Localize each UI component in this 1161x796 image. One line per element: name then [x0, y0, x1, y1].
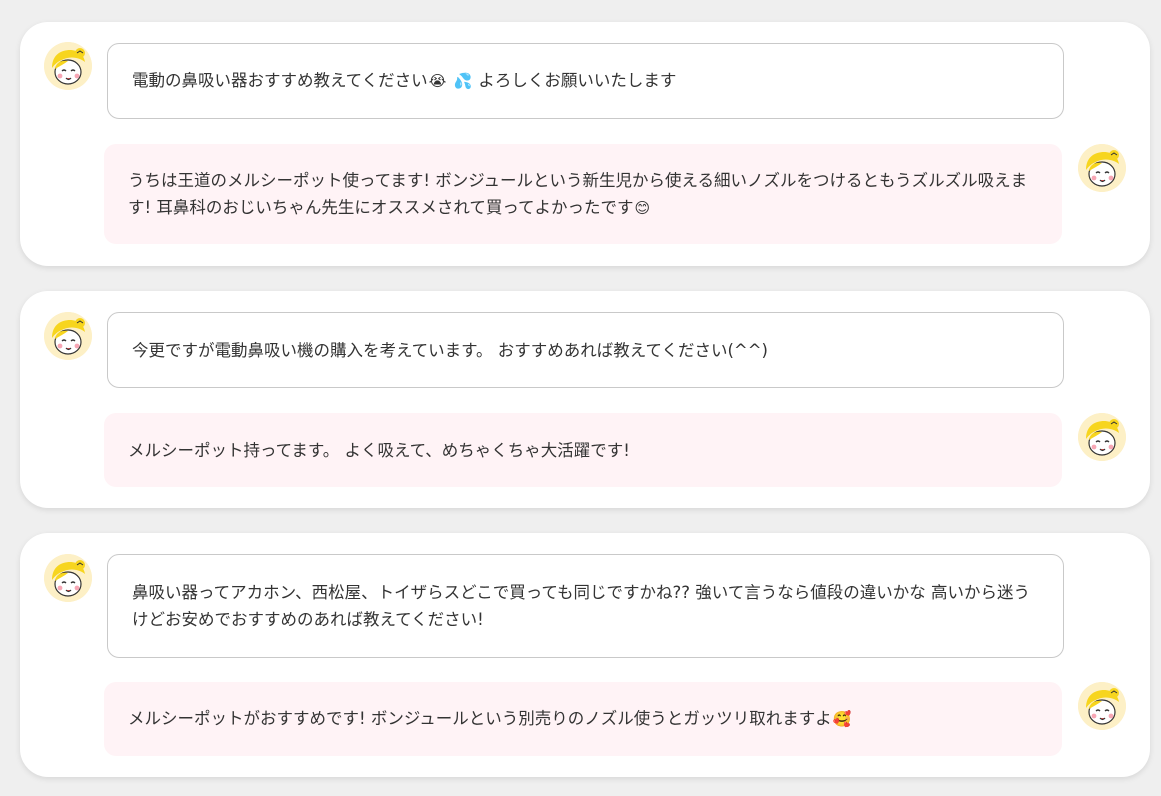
question-text: 鼻吸い器ってアカホン、西松屋、トイザらスどこで買っても同じですかね?? 強いて言…: [132, 583, 1031, 629]
thread-card-3: 鼻吸い器ってアカホン、西松屋、トイザらスどこで買っても同じですかね?? 強いて言…: [20, 533, 1150, 777]
thread-card-2: 今更ですが電動鼻吸い機の購入を考えています。 おすすめあれば教えてください(^^…: [20, 291, 1150, 508]
answer-text: うちは王道のメルシーポット使ってます! ボンジュールという新生児から使える細いノ…: [128, 167, 1038, 222]
question-bubble: 電動の鼻吸い器おすすめ教えてください😭 💦 よろしくお願いいたします: [107, 43, 1064, 119]
user-avatar-icon[interactable]: [1078, 144, 1126, 192]
user-avatar-icon[interactable]: [1078, 682, 1126, 730]
sweat-droplets-emoji-icon: 💦: [453, 72, 473, 90]
crying-emoji-icon: 😭: [428, 72, 447, 90]
question-bubble: 今更ですが電動鼻吸い機の購入を考えています。 おすすめあれば教えてください(^^…: [107, 312, 1064, 388]
question-bubble: 鼻吸い器ってアカホン、西松屋、トイザらスどこで買っても同じですかね?? 強いて言…: [107, 554, 1064, 658]
answer-text: メルシーポット持ってます。 よく吸えて、めちゃくちゃ大活躍です!: [128, 440, 630, 460]
user-avatar-icon[interactable]: [44, 42, 92, 90]
answer-text: メルシーポットがおすすめです! ボンジュールという別売りのノズル使うとガッツリ取…: [128, 705, 852, 733]
answer-bubble: うちは王道のメルシーポット使ってます! ボンジュールという新生児から使える細いノ…: [104, 144, 1062, 244]
user-avatar-icon[interactable]: [1078, 413, 1126, 461]
answer-bubble: メルシーポット持ってます。 よく吸えて、めちゃくちゃ大活躍です!: [104, 413, 1062, 487]
user-avatar-icon[interactable]: [44, 312, 92, 360]
question-text: 電動の鼻吸い器おすすめ教えてください😭 💦 よろしくお願いいたします: [132, 67, 676, 95]
user-avatar-icon[interactable]: [44, 554, 92, 602]
question-text: 今更ですが電動鼻吸い機の購入を考えています。 おすすめあれば教えてください(^^…: [132, 340, 768, 360]
smiling-hearts-emoji-icon: 🥰: [832, 710, 852, 728]
smiling-emoji-icon: 😊: [634, 198, 651, 217]
thread-card-1: 電動の鼻吸い器おすすめ教えてください😭 💦 よろしくお願いいたします うちは王道…: [20, 22, 1150, 266]
answer-bubble: メルシーポットがおすすめです! ボンジュールという別売りのノズル使うとガッツリ取…: [104, 682, 1062, 756]
